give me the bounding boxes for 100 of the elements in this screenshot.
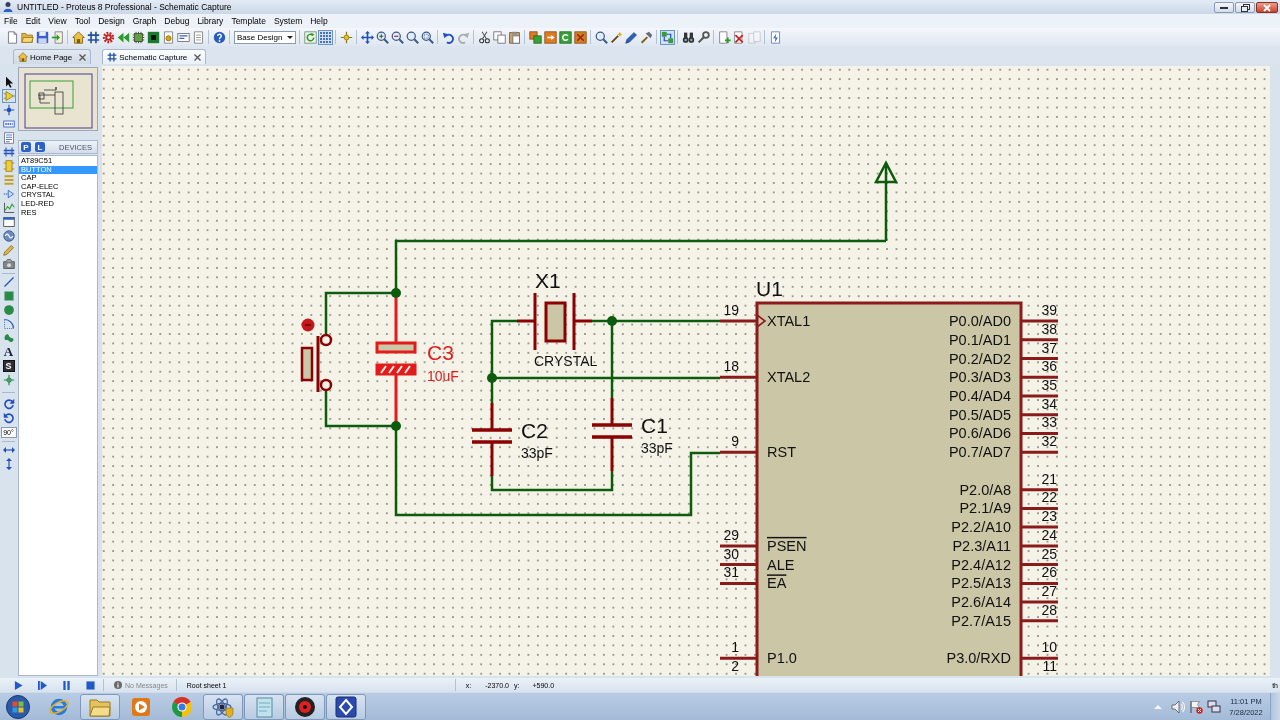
crosshair-icon[interactable] (339, 29, 354, 45)
rotate-counterclockwise-icon[interactable] (1, 411, 16, 425)
menu-item[interactable]: Edit (21, 16, 45, 26)
refresh-icon[interactable] (303, 29, 318, 45)
pin-line (1021, 581, 1058, 585)
bus-icon[interactable] (1, 145, 16, 159)
menu-item[interactable]: Help (306, 16, 332, 26)
wrench-icon[interactable] (696, 29, 711, 45)
pin-name: P2.4/A12 (951, 556, 1011, 573)
graph-icon[interactable] (1, 201, 16, 215)
page-arrow-icon[interactable] (50, 29, 65, 45)
arc-icon[interactable] (1, 317, 16, 331)
board-icon[interactable] (146, 29, 161, 45)
menu-item[interactable]: Debug (160, 16, 194, 26)
view-frame (29, 80, 74, 109)
pin-name: P0.7/AD7 (948, 444, 1011, 461)
house-icon[interactable] (71, 29, 86, 45)
junction-dot-icon[interactable] (1, 103, 16, 117)
menu-item[interactable]: Design (94, 16, 129, 26)
close-icon[interactable] (79, 53, 87, 61)
speaker-icon[interactable] (1171, 699, 1185, 714)
wand-icon[interactable] (609, 29, 624, 45)
design-dropdown[interactable]: Base Design (234, 30, 296, 44)
square-cross-icon[interactable] (573, 29, 588, 45)
menu-item[interactable]: Library (193, 16, 228, 26)
linked-squares-icon[interactable] (660, 29, 675, 45)
camera-icon[interactable] (1, 257, 16, 271)
minimize-button[interactable] (1214, 2, 1234, 13)
symbol-tool-button[interactable]: S (2, 360, 15, 372)
step-icon[interactable] (38, 680, 47, 690)
flag-icon[interactable] (1189, 699, 1203, 714)
menu-item[interactable]: File (0, 16, 22, 26)
pin-line (720, 544, 757, 548)
zoom-in-icon[interactable] (375, 29, 390, 45)
help-icon[interactable] (212, 29, 227, 45)
panel-toggle-button[interactable]: P (21, 142, 31, 152)
text-lines-icon[interactable] (1, 131, 16, 145)
document-icon[interactable] (191, 29, 206, 45)
rotate-clockwise-icon[interactable] (1, 397, 16, 411)
component-reference: X1 (535, 269, 561, 292)
label-tag-icon[interactable] (1, 117, 16, 131)
hammer-icon[interactable] (639, 29, 654, 45)
page-bolt-icon[interactable] (768, 29, 783, 45)
stop-icon[interactable] (86, 680, 95, 690)
pin-name: P1.0 (767, 650, 797, 667)
gear-icon[interactable] (101, 29, 116, 45)
pin-name: P2.2/A10 (951, 519, 1011, 536)
new-page-icon[interactable] (5, 29, 20, 45)
dot-grid-icon[interactable] (318, 29, 333, 45)
pin-line (1021, 394, 1058, 398)
menu-item[interactable]: View (44, 16, 71, 26)
window-icon[interactable] (1, 215, 16, 229)
menu-item[interactable]: Tool (70, 16, 95, 26)
tab[interactable]: Home Page (13, 49, 92, 64)
marker-icon[interactable] (1, 373, 16, 387)
pen-icon[interactable] (624, 29, 639, 45)
chip-icon[interactable] (131, 29, 146, 45)
hash-icon (107, 52, 118, 62)
component-value: 10uF (427, 368, 459, 384)
diamond-tile-icon[interactable] (326, 693, 366, 720)
minimize-icon (1220, 6, 1228, 9)
menu-item[interactable]: Template (227, 16, 270, 26)
sine-circle-icon[interactable] (1, 229, 16, 243)
start-orb-icon[interactable] (6, 694, 30, 719)
panel-toggle-button[interactable]: L (35, 142, 45, 152)
close-icon[interactable] (194, 53, 202, 61)
menu-item[interactable]: System (269, 16, 307, 26)
pause-icon[interactable] (62, 680, 71, 690)
magnifier-icon[interactable] (405, 29, 420, 45)
indicator-dot-icon[interactable] (301, 318, 315, 332)
house-icon (18, 52, 28, 62)
play-tile-icon[interactable] (130, 695, 152, 718)
pin-number: 25 (1041, 545, 1057, 562)
four-way-arrow-icon[interactable] (360, 29, 375, 45)
clipboard-icon[interactable] (507, 29, 522, 45)
square-rotate-icon[interactable] (558, 29, 573, 45)
zoom-out-icon[interactable] (390, 29, 405, 45)
restore-button[interactable] (1235, 2, 1255, 13)
circle-icon[interactable] (1, 303, 16, 317)
close-button[interactable] (1256, 2, 1278, 13)
pin-arrow-icon[interactable] (1, 187, 16, 201)
zoom-area-icon[interactable] (420, 29, 435, 45)
component-reference: C3 (427, 341, 454, 364)
text-tool-button[interactable]: A (1, 345, 16, 359)
page-plus-icon[interactable] (717, 29, 732, 45)
hash-icon[interactable] (86, 29, 101, 45)
record-icon[interactable] (285, 693, 325, 720)
atom-shield-icon[interactable] (203, 693, 243, 720)
pin-number: 33 (1041, 414, 1057, 431)
close-icon (1263, 3, 1271, 12)
play-icon[interactable] (14, 680, 23, 690)
tab[interactable]: Schematic Capture (102, 49, 207, 64)
magnifier-icon[interactable] (594, 29, 609, 45)
pin-line (720, 656, 757, 660)
squares-icon[interactable] (528, 29, 543, 45)
monitors-icon[interactable] (1207, 699, 1221, 714)
tricolor-circle-icon[interactable] (171, 695, 193, 718)
pin-line (1021, 525, 1058, 529)
scissors-icon[interactable] (477, 29, 492, 45)
menu-item[interactable]: Graph (128, 16, 161, 26)
